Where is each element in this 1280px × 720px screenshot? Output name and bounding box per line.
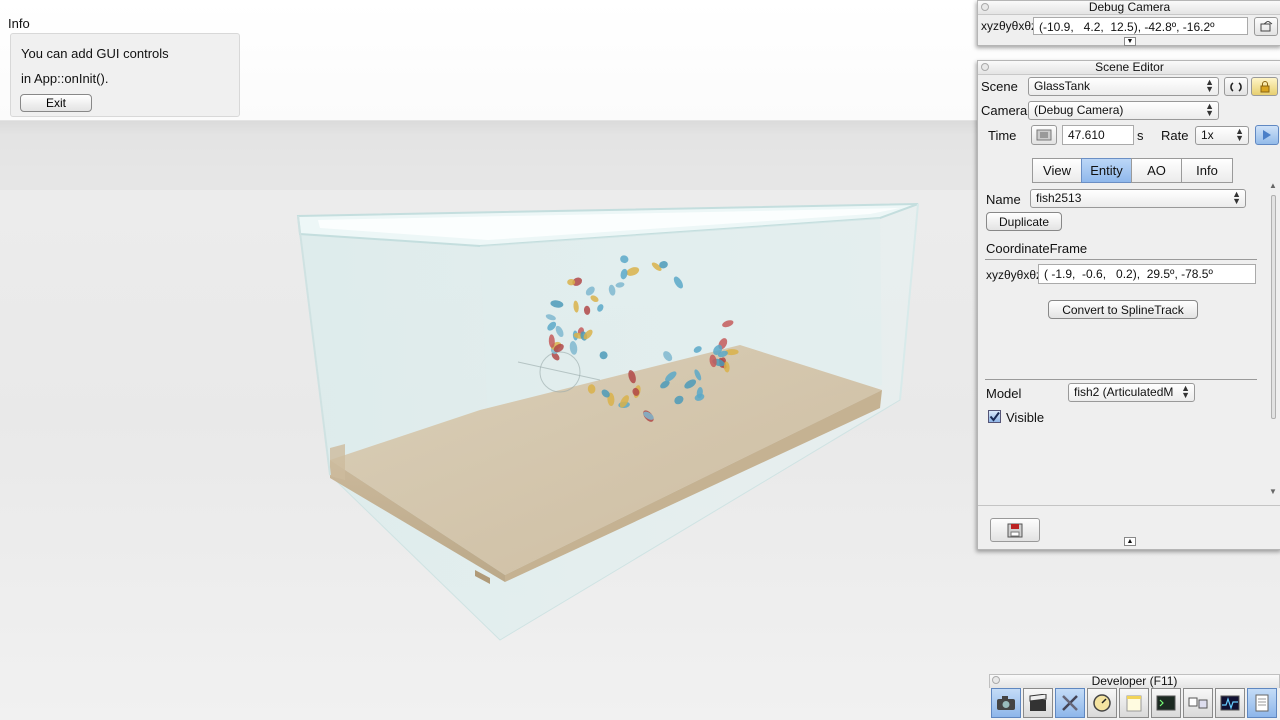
check-icon [989, 411, 1000, 422]
scroll-down-icon[interactable]: ▼ [1269, 487, 1277, 496]
tools-icon[interactable] [1055, 688, 1085, 718]
model-dropdown[interactable]: fish2 (ArticulatedM ▲ ▼ [1068, 383, 1195, 402]
dropdown-arrows-icon: ▲ ▼ [1181, 383, 1190, 400]
debug-camera-title[interactable]: Debug Camera [978, 1, 1280, 15]
coordinate-frame-prefix: xyzθyθxθz [986, 268, 1043, 282]
rate-dropdown[interactable]: 1x ▲ ▼ [1195, 126, 1249, 145]
scene-dropdown[interactable]: GlassTank ▲ ▼ [1028, 77, 1219, 96]
camera-frame-field[interactable]: (-10.9, 4.2, 12.5), -42.8º, -16.2º [1033, 17, 1248, 35]
coordinate-frame-field[interactable]: ( -1.9, -0.6, 0.2), 29.5º, -78.5º [1038, 264, 1256, 284]
divider [985, 379, 1257, 380]
camera-dropdown[interactable]: (Debug Camera) ▲ ▼ [1028, 101, 1219, 120]
time-unit: s [1137, 128, 1144, 143]
developer-toolbar-title[interactable]: Developer (F11) [989, 674, 1280, 688]
terminal-icon[interactable] [1151, 688, 1181, 718]
time-field[interactable]: 47.610 [1062, 125, 1134, 145]
dropdown-arrows-icon: ▲ ▼ [1235, 126, 1244, 143]
debug-camera-panel: Debug Camera xyzθyθxθz (-10.9, 4.2, 12.5… [977, 0, 1280, 46]
dropdown-arrows-icon: ▲ ▼ [1205, 101, 1214, 118]
visible-label: Visible [1006, 410, 1045, 425]
collapse-dot-icon[interactable] [981, 63, 989, 71]
profiler-icon[interactable] [1215, 688, 1245, 718]
entity-name-dropdown[interactable]: fish2513 ▲ ▼ [1030, 189, 1246, 208]
camera-label: Camera [981, 103, 1028, 118]
camera-frame-label: xyzθyθxθz [981, 19, 1038, 33]
model-dropdown-value: fish2 (ArticulatedM [1074, 385, 1174, 399]
visible-checkbox[interactable] [988, 410, 1001, 423]
tab-ao[interactable]: AO [1131, 158, 1182, 183]
tab-info[interactable]: Info [1181, 158, 1233, 183]
scene-editor-panel: Scene Editor Scene GlassTank ▲ ▼ Camera (… [977, 60, 1280, 550]
scene-editor-title[interactable]: Scene Editor [978, 61, 1280, 75]
divider [985, 259, 1257, 260]
dropdown-arrows-icon: ▲ ▼ [1232, 189, 1241, 206]
entity-pane: Name fish2513 ▲ ▼ Duplicate CoordinateFra… [978, 184, 1265, 504]
lock-icon[interactable] [1251, 77, 1278, 96]
tab-view[interactable]: View [1032, 158, 1082, 183]
collapse-dot-icon[interactable] [992, 676, 1000, 684]
entity-name-value: fish2513 [1036, 191, 1082, 205]
divider [978, 505, 1280, 506]
info-window: Info You can add GUI controls in App::on… [0, 12, 250, 120]
document-icon[interactable] [1247, 688, 1277, 718]
developer-toolbar: Developer (F11) [989, 674, 1280, 720]
copy-icon[interactable] [1254, 17, 1278, 36]
tab-entity[interactable]: Entity [1081, 158, 1132, 183]
convert-to-splinetrack-button[interactable]: Convert to SplineTrack [1048, 300, 1198, 319]
scene-label: Scene [981, 79, 1018, 94]
dropdown-arrows-icon: ▲ ▼ [1205, 77, 1214, 94]
play-icon[interactable] [1255, 125, 1279, 145]
scene-dropdown-value: GlassTank [1034, 79, 1091, 93]
speedometer-icon[interactable] [1087, 688, 1117, 718]
collapse-arrow-icon[interactable]: ▲ [1124, 537, 1136, 546]
note-icon[interactable] [1119, 688, 1149, 718]
name-label: Name [986, 192, 1021, 207]
rate-dropdown-value: 1x [1201, 128, 1214, 142]
scrollbar[interactable]: ▲ ▼ [1268, 181, 1278, 499]
coordinate-frame-label: CoordinateFrame [986, 241, 1088, 256]
film-clapper-icon[interactable] [1023, 688, 1053, 718]
time-label: Time [988, 128, 1017, 143]
collapse-dot-icon[interactable] [981, 3, 989, 11]
reload-icon[interactable] [1224, 77, 1248, 96]
save-icon[interactable] [990, 518, 1040, 542]
duplicate-button[interactable]: Duplicate [986, 212, 1062, 231]
camera-icon[interactable] [991, 688, 1021, 718]
info-text-line-2: in App::onInit(). [21, 71, 109, 86]
film-strip-icon[interactable] [1031, 125, 1057, 145]
scroll-up-icon[interactable]: ▲ [1269, 181, 1277, 190]
info-window-title: Info [8, 16, 30, 31]
model-label: Model [986, 386, 1022, 401]
info-box: You can add GUI controls in App::onInit(… [10, 33, 240, 117]
rate-label: Rate [1161, 128, 1189, 143]
exit-button[interactable]: Exit [20, 94, 92, 112]
info-text-line-1: You can add GUI controls [21, 46, 169, 61]
scene-graph-icon[interactable] [1183, 688, 1213, 718]
expand-arrow-icon[interactable]: ▼ [1124, 37, 1136, 46]
scrollbar-thumb[interactable] [1271, 195, 1276, 419]
camera-dropdown-value: (Debug Camera) [1034, 103, 1124, 117]
